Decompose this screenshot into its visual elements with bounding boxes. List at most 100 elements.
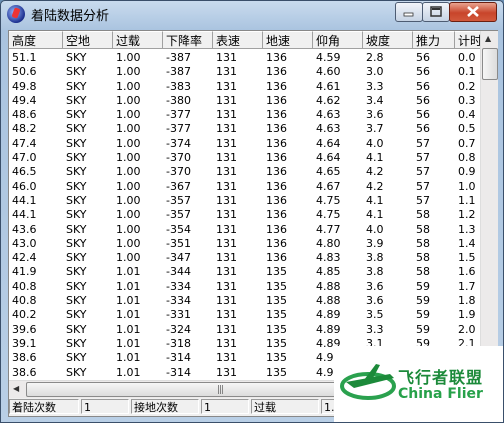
table-cell: 59 xyxy=(416,279,430,293)
table-cell: SKY xyxy=(66,279,87,293)
column-header[interactable]: 坡度 xyxy=(363,31,413,49)
table-cell: 1.4 xyxy=(458,236,476,250)
table-row[interactable]: 39.6 SKY 1.01 -324 131 135 4.89 3.3 59 2.0 xyxy=(9,323,480,337)
table-cell: 1.2 xyxy=(458,208,476,222)
table-cell: 4.75 xyxy=(316,208,341,222)
maximize-button[interactable] xyxy=(422,2,450,22)
table-cell: 136 xyxy=(266,236,287,250)
table-cell: 131 xyxy=(216,179,237,193)
table-cell: -318 xyxy=(166,336,191,350)
table-cell: SKY xyxy=(66,93,87,107)
column-header[interactable]: 仰角 xyxy=(313,31,363,49)
table-cell: 136 xyxy=(266,193,287,207)
table-cell: 1.00 xyxy=(116,79,141,93)
table-cell: 4.89 xyxy=(316,308,341,322)
table-cell: 56 xyxy=(416,108,430,122)
table-cell: SKY xyxy=(66,365,87,379)
table-cell: SKY xyxy=(66,65,87,79)
table-cell: 131 xyxy=(216,65,237,79)
table-cell: SKY xyxy=(66,179,87,193)
column-header[interactable]: 地速 xyxy=(263,31,313,49)
table-row[interactable]: 50.6 SKY 1.00 -387 131 136 4.60 3.0 56 0.1 xyxy=(9,65,480,79)
table-cell: 1.6 xyxy=(458,265,476,279)
table-row[interactable]: 40.8 SKY 1.01 -334 131 135 4.88 3.6 59 1.8 xyxy=(9,294,480,308)
watermark-english-text: China Flier xyxy=(398,386,483,402)
table-row[interactable]: 43.0 SKY 1.00 -351 131 136 4.80 3.9 58 1.4 xyxy=(9,237,480,251)
table-cell: 136 xyxy=(266,151,287,165)
table-row[interactable]: 46.0 SKY 1.00 -367 131 136 4.67 4.2 57 1.0 xyxy=(9,180,480,194)
table-cell: SKY xyxy=(66,136,87,150)
table-cell: 1.00 xyxy=(116,165,141,179)
table-row[interactable]: 44.1 SKY 1.00 -357 131 136 4.75 4.1 57 1.1 xyxy=(9,194,480,208)
table-cell: 131 xyxy=(216,365,237,379)
vertical-scrollbar[interactable]: ▲ ▼ xyxy=(480,31,498,380)
column-header[interactable]: 空地 xyxy=(63,31,113,49)
table-cell: 4.0 xyxy=(366,222,384,236)
status-pane: 1 xyxy=(81,399,129,414)
table-row[interactable]: 40.8 SKY 1.01 -334 131 135 4.88 3.6 59 1.7 xyxy=(9,280,480,294)
table-cell: 131 xyxy=(216,251,237,265)
table-cell: 136 xyxy=(266,208,287,222)
table-cell: 4.63 xyxy=(316,122,341,136)
table-cell: 3.8 xyxy=(366,251,384,265)
table-cell: 0.5 xyxy=(458,122,476,136)
scroll-up-icon[interactable]: ▲ xyxy=(485,34,491,43)
table-cell: SKY xyxy=(66,51,87,64)
minimize-button[interactable] xyxy=(395,2,423,22)
table-cell: -351 xyxy=(166,236,191,250)
table-cell: 135 xyxy=(266,365,287,379)
table-cell: -380 xyxy=(166,93,191,107)
table-cell: 0.0 xyxy=(458,51,476,64)
table-cell: 3.7 xyxy=(366,122,384,136)
table-cell: 43.0 xyxy=(12,236,37,250)
table-row[interactable]: 44.1 SKY 1.00 -357 131 136 4.75 4.1 58 1.2 xyxy=(9,208,480,222)
table-row[interactable]: 40.2 SKY 1.01 -331 131 135 4.89 3.5 59 1.9 xyxy=(9,308,480,322)
table-row[interactable]: 46.5 SKY 1.00 -370 131 136 4.65 4.2 57 0.9 xyxy=(9,165,480,179)
table-cell: 4.1 xyxy=(366,208,384,222)
app-icon[interactable] xyxy=(7,5,25,23)
table-cell: 1.8 xyxy=(458,294,476,308)
table-cell: 3.0 xyxy=(366,65,384,79)
status-pane: 过载 xyxy=(251,399,319,414)
table-cell: 1.9 xyxy=(458,308,476,322)
table-row[interactable]: 43.6 SKY 1.00 -354 131 136 4.77 4.0 58 1.3 xyxy=(9,223,480,237)
table-cell: -370 xyxy=(166,165,191,179)
table-cell: 41.9 xyxy=(12,265,37,279)
table-cell: -387 xyxy=(166,51,191,64)
vertical-scroll-thumb[interactable] xyxy=(482,48,498,80)
table-cell: 0.7 xyxy=(458,136,476,150)
table-row[interactable]: 49.8 SKY 1.00 -383 131 136 4.61 3.3 56 0.2 xyxy=(9,80,480,94)
table-row[interactable]: 47.0 SKY 1.00 -370 131 136 4.64 4.1 57 0.8 xyxy=(9,151,480,165)
column-header[interactable]: 推力 xyxy=(413,31,455,49)
scroll-left-icon[interactable]: ◀ xyxy=(13,384,19,393)
table-cell: 47.0 xyxy=(12,151,37,165)
table-cell: 1.00 xyxy=(116,65,141,79)
column-header[interactable]: 高度 xyxy=(9,31,63,49)
table-cell: 2.8 xyxy=(366,51,384,64)
column-header[interactable]: 表速 xyxy=(213,31,263,49)
table-cell: 51.1 xyxy=(12,51,37,64)
table-cell: 136 xyxy=(266,108,287,122)
table-row[interactable]: 48.2 SKY 1.00 -377 131 136 4.63 3.7 56 0.5 xyxy=(9,122,480,136)
table-row[interactable]: 41.9 SKY 1.01 -344 131 135 4.85 3.8 58 1.6 xyxy=(9,265,480,279)
table-row[interactable]: 42.4 SKY 1.00 -347 131 136 4.83 3.8 58 1.5 xyxy=(9,251,480,265)
table-row[interactable]: 51.1 SKY 1.00 -387 131 136 4.59 2.8 56 0.0 xyxy=(9,51,480,65)
table-cell: 131 xyxy=(216,136,237,150)
title-bar[interactable]: 着陆数据分析 xyxy=(1,1,503,27)
column-header[interactable]: 计时 xyxy=(455,31,480,49)
table-cell: SKY xyxy=(66,108,87,122)
table-cell: 0.4 xyxy=(458,108,476,122)
close-button[interactable] xyxy=(449,2,497,22)
table-row[interactable]: 48.6 SKY 1.00 -377 131 136 4.63 3.6 56 0.4 xyxy=(9,108,480,122)
column-header[interactable]: 过载 xyxy=(113,31,163,49)
table-cell: 1.01 xyxy=(116,336,141,350)
table-cell: 1.00 xyxy=(116,193,141,207)
table-cell: -354 xyxy=(166,222,191,236)
table-cell: 136 xyxy=(266,65,287,79)
table-cell: 4.59 xyxy=(316,51,341,64)
table-cell: SKY xyxy=(66,79,87,93)
data-grid[interactable]: 高度 空地 过载 下降率 表速 地速 仰角 坡度 推力 计时 51.1 SKY 1.00 -387 131… xyxy=(9,31,480,380)
column-header[interactable]: 下降率 xyxy=(163,31,213,49)
table-row[interactable]: 49.4 SKY 1.00 -380 131 136 4.62 3.4 56 0.3 xyxy=(9,94,480,108)
table-row[interactable]: 47.4 SKY 1.00 -374 131 136 4.64 4.0 57 0.7 xyxy=(9,137,480,151)
